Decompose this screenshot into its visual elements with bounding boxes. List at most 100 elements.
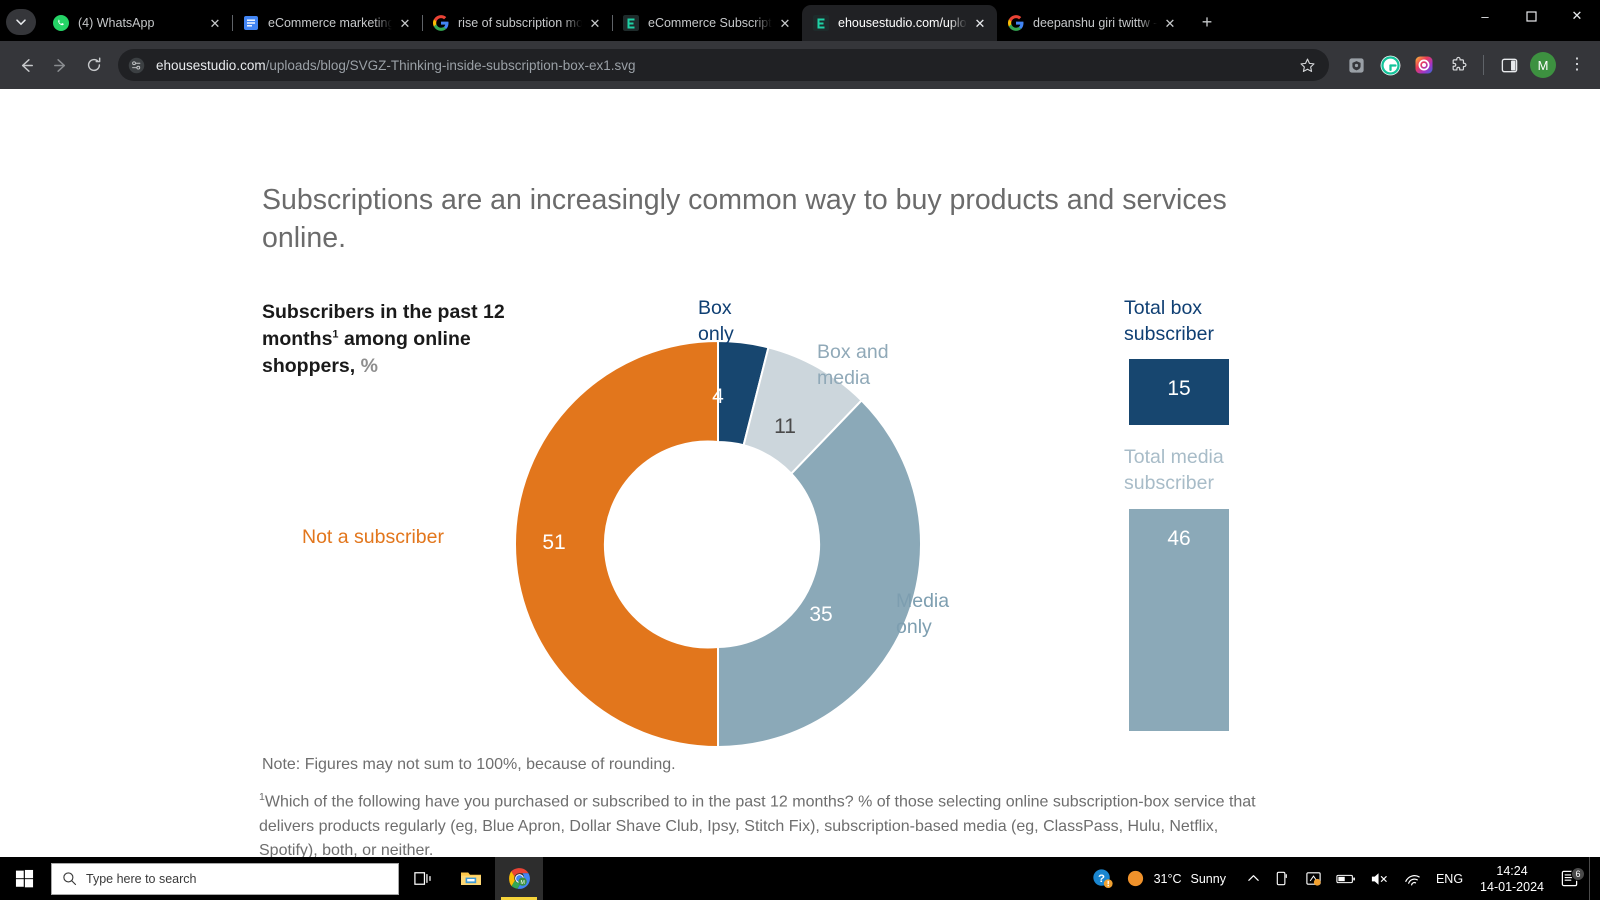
donut-slice-media-only[interactable] — [717, 399, 922, 749]
close-window-button[interactable]: ✕ — [1554, 0, 1600, 32]
tab-title: (4) WhatsApp — [78, 16, 155, 30]
donut-chart — [514, 339, 922, 749]
weather-description: Sunny — [1190, 871, 1226, 886]
ehousestudio-icon — [623, 15, 639, 31]
profile-avatar[interactable]: M — [1530, 52, 1556, 78]
chrome-icon: M — [508, 868, 530, 889]
window-controls: – ✕ — [1462, 0, 1600, 41]
subtitle-percent: % — [360, 354, 378, 377]
reload-button[interactable] — [78, 49, 110, 81]
page-viewport: Subscriptions are an increasingly common… — [0, 89, 1600, 857]
bar-total-box[interactable]: 15 — [1129, 359, 1229, 425]
windows-taskbar: Type here to search M ? 31°C Sunny ENG 1… — [0, 857, 1600, 900]
tab-deepanshu-giri[interactable]: deepanshu giri twittw - Go ✕ — [997, 5, 1187, 41]
tab-rise-of-subscription[interactable]: rise of subscription model ✕ — [422, 5, 612, 41]
show-hidden-icons-button[interactable] — [1240, 857, 1267, 900]
weather-widget[interactable]: 31°C Sunny — [1120, 869, 1240, 888]
chart-footnote: 1Which of the following have you purchas… — [259, 789, 1259, 857]
tab-title: rise of subscription model — [458, 16, 582, 30]
forward-button[interactable] — [44, 49, 76, 81]
start-button[interactable] — [0, 857, 48, 900]
new-tab-button[interactable]: + — [1193, 8, 1221, 36]
tab-close-button[interactable]: ✕ — [206, 14, 224, 32]
battery-icon[interactable] — [1329, 857, 1363, 900]
tab-ehousestudio-active[interactable]: ehousestudio.com/uploads ✕ — [802, 5, 997, 41]
donut-slice-not-a-subscriber[interactable] — [514, 339, 719, 749]
url-path: /uploads/blog/SVGZ-Thinking-inside-subsc… — [265, 57, 636, 73]
clock-date: 14-01-2024 — [1480, 879, 1544, 894]
legend-box-only-line1: Box — [698, 297, 732, 319]
screenshot-extension-icon[interactable] — [1411, 52, 1437, 78]
taskbar-clock[interactable]: 14:24 14-01-2024 — [1470, 863, 1554, 895]
system-tray: ? 31°C Sunny ENG 14:24 14-01-2024 6 — [1085, 857, 1600, 900]
volume-muted-icon[interactable] — [1363, 857, 1396, 900]
bar-label-total-media: Total media subscriber — [1124, 444, 1284, 497]
tab-ecommerce-subscription[interactable]: eCommerce Subscription M ✕ — [612, 5, 802, 41]
reload-icon — [87, 57, 101, 72]
tab-search-button[interactable] — [6, 9, 36, 35]
bar-label-total-box-line1: Total box — [1124, 297, 1203, 319]
bar-total-media[interactable]: 46 — [1129, 509, 1229, 731]
bar-label-total-box-line2: subscriber — [1124, 323, 1214, 346]
weather-temperature: 31°C — [1153, 871, 1182, 886]
svg-text:M: M — [520, 880, 524, 886]
task-view-icon — [413, 872, 431, 885]
legend-media-only-line2: only — [896, 616, 932, 639]
tab-title: ehousestudio.com/uploads — [838, 16, 967, 30]
minimize-button[interactable]: – — [1462, 0, 1508, 32]
adblock-extension-icon[interactable] — [1343, 52, 1369, 78]
tab-close-button[interactable]: ✕ — [776, 14, 794, 32]
legend-media-only-line1: Media — [896, 590, 950, 612]
extensions-puzzle-icon[interactable] — [1445, 52, 1471, 78]
sun-icon — [1127, 870, 1143, 887]
google-icon — [1008, 15, 1024, 31]
browser-toolbar: ehousestudio.com/uploads/blog/SVGZ-Think… — [0, 41, 1600, 89]
taskbar-search-box[interactable]: Type here to search — [51, 862, 399, 895]
help-tray-icon[interactable]: ? — [1085, 857, 1120, 900]
tab-close-button[interactable]: ✕ — [586, 14, 604, 32]
toolbar-divider — [1483, 55, 1484, 75]
tab-divider — [422, 15, 423, 31]
bar-label-total-media-line2: subscriber — [1124, 472, 1214, 495]
language-indicator[interactable]: ENG — [1429, 857, 1470, 900]
bookmark-star-icon[interactable] — [1293, 51, 1321, 79]
wifi-icon[interactable] — [1396, 857, 1429, 900]
legend-media-only: Media only — [896, 588, 1026, 641]
tab-close-button[interactable]: ✕ — [971, 14, 989, 32]
bar-label-total-media-line1: Total media — [1124, 446, 1224, 468]
maximize-button[interactable] — [1508, 0, 1554, 32]
legend-box-and-media: Box and media — [817, 339, 967, 392]
tab-close-button[interactable]: ✕ — [396, 14, 414, 32]
tab-divider — [232, 15, 233, 31]
grammarly-extension-icon[interactable] — [1377, 52, 1403, 78]
footnote-text: Which of the following have you purchase… — [259, 793, 1256, 857]
help-icon: ? — [1092, 869, 1113, 889]
chevron-down-icon — [16, 19, 26, 26]
back-arrow-icon — [21, 58, 33, 72]
bluetooth-devices-icon[interactable] — [1267, 857, 1298, 900]
browser-window: (4) WhatsApp ✕ eCommerce marketing aut ✕ — [0, 0, 1600, 857]
show-desktop-button[interactable] — [1589, 857, 1596, 900]
tab-strip: (4) WhatsApp ✕ eCommerce marketing aut ✕ — [0, 0, 1600, 41]
tab-close-button[interactable]: ✕ — [1161, 14, 1179, 32]
legend-box-and-media-line2: media — [817, 367, 871, 390]
address-bar[interactable]: ehousestudio.com/uploads/blog/SVGZ-Think… — [118, 49, 1329, 81]
search-icon — [63, 872, 77, 886]
tab-ecommerce-marketing[interactable]: eCommerce marketing aut ✕ — [232, 5, 422, 41]
chrome-menu-button[interactable]: ⋮ — [1564, 57, 1590, 73]
bar-label-total-box: Total box subscriber — [1124, 295, 1274, 348]
task-view-button[interactable] — [399, 857, 447, 900]
file-explorer-icon — [461, 872, 481, 885]
tab-title: eCommerce Subscription M — [648, 16, 772, 30]
notification-center-button[interactable]: 6 — [1554, 867, 1589, 888]
legend-box-only: Box only — [698, 295, 798, 348]
onedrive-icon[interactable] — [1298, 857, 1329, 900]
side-panel-icon[interactable] — [1496, 52, 1522, 78]
tab-whatsapp[interactable]: (4) WhatsApp ✕ — [42, 5, 232, 41]
file-explorer-button[interactable] — [447, 857, 495, 900]
page-title: Subscriptions are an increasingly common… — [262, 184, 1227, 255]
chrome-taskbar-button[interactable]: M — [495, 857, 543, 900]
site-settings-icon[interactable] — [122, 51, 150, 79]
google-icon — [433, 15, 449, 31]
back-button[interactable] — [10, 49, 42, 81]
